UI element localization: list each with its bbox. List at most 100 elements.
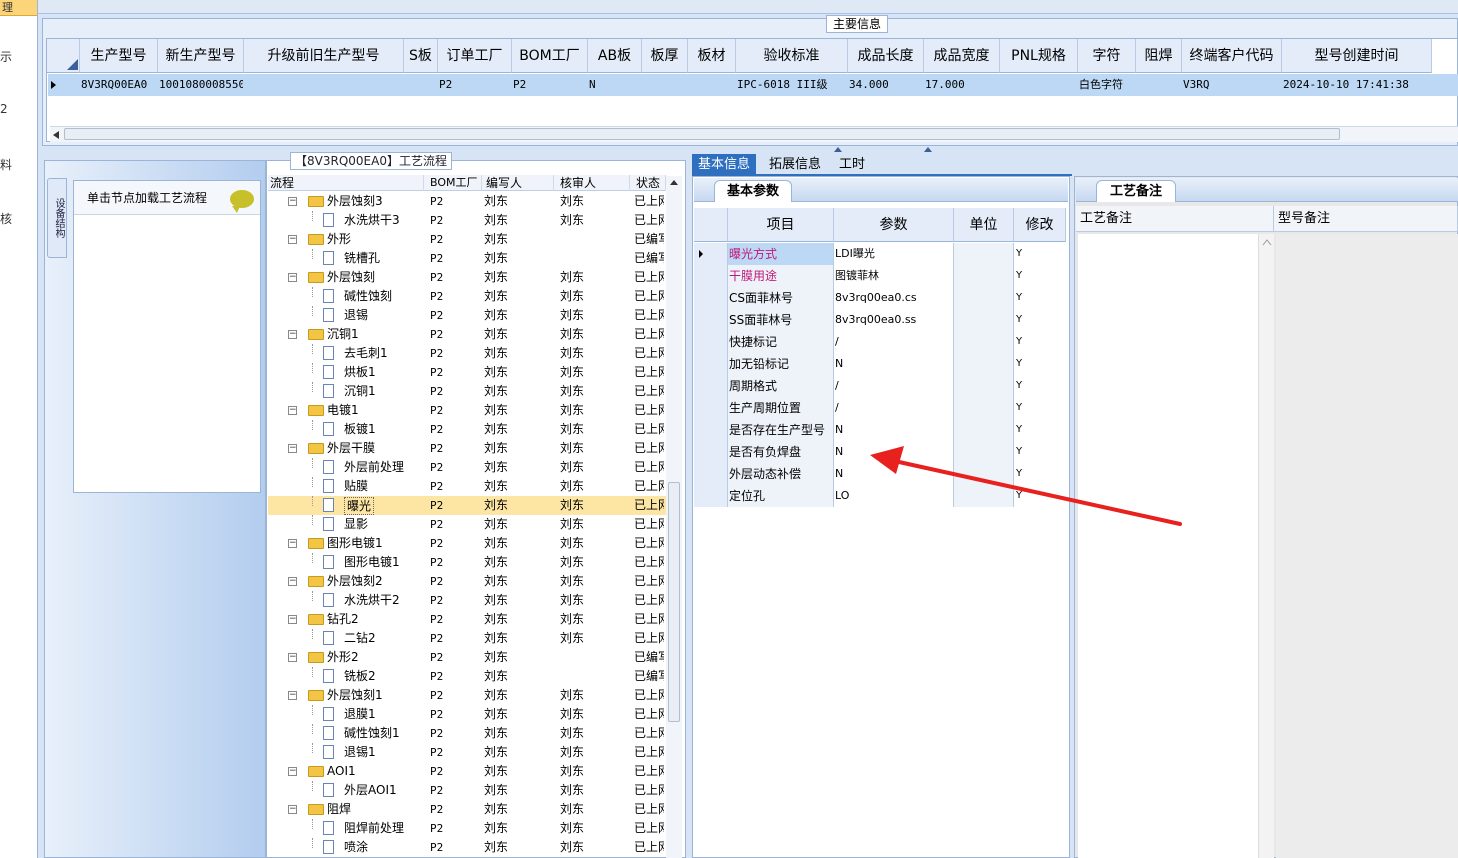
model-notes-textarea[interactable] — [1276, 234, 1458, 858]
grid-cell[interactable]: N — [589, 74, 641, 96]
tree-col-process[interactable]: 流程 — [268, 175, 424, 191]
tab-process-notes[interactable]: 工艺备注 — [1096, 180, 1176, 202]
param-row[interactable]: 周期格式 / Y — [694, 375, 1066, 397]
param-unit[interactable] — [954, 287, 1014, 309]
row-header[interactable] — [694, 419, 728, 441]
row-header[interactable] — [694, 397, 728, 419]
param-row[interactable]: SS面菲林号 8v3rq00ea0.ss Y — [694, 309, 1066, 331]
row-header[interactable] — [694, 331, 728, 353]
param-value[interactable]: N — [834, 463, 954, 485]
tab-basic-info[interactable]: 基本信息 — [692, 154, 757, 175]
params-col-value[interactable]: 参数 — [834, 208, 954, 242]
tree-scroll-thumb[interactable] — [668, 482, 680, 722]
tree-node[interactable]: − 外形2 P2 刘东 已编写 — [268, 648, 666, 667]
param-edit-flag[interactable]: Y — [1014, 463, 1066, 485]
param-unit[interactable] — [954, 265, 1014, 287]
grid-col-header[interactable]: 终端客户代码 — [1182, 39, 1282, 73]
horizontal-splitter[interactable] — [42, 146, 1458, 154]
collapse-icon[interactable]: − — [288, 406, 297, 415]
grid-col-header[interactable]: 板材 — [688, 39, 736, 73]
param-edit-flag[interactable]: Y — [1014, 375, 1066, 397]
tree-node[interactable]: − 外层蚀刻2 P2 刘东 刘东 已上网 — [268, 572, 666, 591]
param-edit-flag[interactable]: Y — [1014, 287, 1066, 309]
tree-node[interactable]: 退膜1 P2 刘东 刘东 已上网 — [268, 705, 666, 724]
scroll-up-icon[interactable] — [669, 178, 679, 186]
tree-node[interactable]: 外层前处理 P2 刘东 刘东 已上网 — [268, 458, 666, 477]
grid-col-header[interactable]: 验收标准 — [736, 39, 848, 73]
param-row[interactable]: CS面菲林号 8v3rq00ea0.cs Y — [694, 287, 1066, 309]
tree-node[interactable]: 显影 P2 刘东 刘东 已上网 — [268, 515, 666, 534]
row-header[interactable] — [694, 485, 728, 507]
collapse-icon[interactable]: − — [288, 273, 297, 282]
tree-node[interactable]: 碱性蚀刻1 P2 刘东 刘东 已上网 — [268, 724, 666, 743]
comment-bubble-icon[interactable] — [230, 190, 254, 213]
grid-col-header[interactable]: BOM工厂 — [512, 39, 588, 73]
grid-cell[interactable]: 白色字符 — [1079, 74, 1135, 96]
grid-cell[interactable] — [1001, 74, 1077, 96]
row-header[interactable] — [694, 309, 728, 331]
grid-col-header[interactable]: 新生产型号 — [158, 39, 244, 73]
tree-node[interactable]: 铣槽孔 P2 刘东 已编写 — [268, 249, 666, 268]
param-value[interactable]: / — [834, 397, 954, 419]
grid-col-header[interactable]: 阻焊 — [1136, 39, 1182, 73]
tree-col-writer[interactable]: 编写人 — [484, 175, 554, 191]
grid-cell[interactable]: 10010800085508 — [159, 74, 243, 96]
grid-col-header[interactable]: 成品宽度 — [924, 39, 1000, 73]
tree-node[interactable]: 退锡1 P2 刘东 刘东 已上网 — [268, 743, 666, 762]
param-unit[interactable] — [954, 397, 1014, 419]
grid-cell[interactable] — [689, 74, 735, 96]
param-unit[interactable] — [954, 243, 1014, 265]
param-value[interactable]: N — [834, 353, 954, 375]
param-value[interactable]: N — [834, 441, 954, 463]
grid-cell[interactable]: IPC-6018 III级 — [737, 74, 847, 96]
tree-node[interactable]: 碱性蚀刻 P2 刘东 刘东 已上网 — [268, 287, 666, 306]
param-value[interactable]: LDI曝光 — [834, 243, 954, 265]
param-edit-flag[interactable]: Y — [1014, 265, 1066, 287]
row-header[interactable] — [694, 375, 728, 397]
nav-item[interactable]: 核 — [0, 210, 12, 227]
vertical-tab-structure[interactable]: 设备结构 — [47, 178, 67, 258]
param-row[interactable]: 曝光方式 LDI曝光 Y — [694, 243, 1066, 265]
param-unit[interactable] — [954, 441, 1014, 463]
grid-col-header[interactable]: PNL规格 — [1000, 39, 1078, 73]
grid-col-header[interactable]: 生产型号 — [80, 39, 158, 73]
params-col-edit[interactable]: 修改 — [1014, 208, 1066, 242]
param-row[interactable]: 干膜用途 图镀菲林 Y — [694, 265, 1066, 287]
collapse-icon[interactable]: − — [288, 197, 297, 206]
param-unit[interactable] — [954, 463, 1014, 485]
grid-cell[interactable]: V3RQ — [1183, 74, 1281, 96]
param-unit[interactable] — [954, 353, 1014, 375]
nav-item[interactable]: 示 — [0, 48, 12, 65]
param-edit-flag[interactable]: Y — [1014, 419, 1066, 441]
tree-node[interactable]: − 沉铜1 P2 刘东 刘东 已上网 — [268, 325, 666, 344]
param-edit-flag[interactable]: Y — [1014, 309, 1066, 331]
vertical-splitter[interactable] — [260, 154, 266, 858]
tree-node[interactable]: − 钻孔2 P2 刘东 刘东 已上网 — [268, 610, 666, 629]
tree-node[interactable]: 水洗烘干2 P2 刘东 刘东 已上网 — [268, 591, 666, 610]
row-header[interactable] — [694, 353, 728, 375]
param-value[interactable]: 8v3rq00ea0.ss — [834, 309, 954, 331]
param-value[interactable]: N — [834, 419, 954, 441]
param-row[interactable]: 定位孔 LO Y — [694, 485, 1066, 507]
tree-node[interactable]: 图形电镀1 P2 刘东 刘东 已上网 — [268, 553, 666, 572]
tree-col-reviewer[interactable]: 核审人 — [558, 175, 630, 191]
param-unit[interactable] — [954, 485, 1014, 507]
scroll-up-icon[interactable] — [1262, 238, 1272, 246]
tree-col-status[interactable]: 状态 — [634, 175, 666, 191]
params-col-item[interactable]: 项目 — [728, 208, 834, 242]
collapse-icon[interactable]: − — [288, 653, 297, 662]
grid-cell[interactable] — [1137, 74, 1181, 96]
grid-col-header[interactable]: 订单工厂 — [438, 39, 512, 73]
params-col-unit[interactable]: 单位 — [954, 208, 1014, 242]
tab-extended-info[interactable]: 拓展信息 — [763, 154, 827, 175]
row-header[interactable] — [694, 463, 728, 485]
param-unit[interactable] — [954, 375, 1014, 397]
tree-node[interactable]: 外层AOI1 P2 刘东 刘东 已上网 — [268, 781, 666, 800]
tree-node[interactable]: 曝光 P2 刘东 刘东 已上网 — [268, 496, 666, 515]
row-header[interactable] — [694, 441, 728, 463]
collapse-icon[interactable]: − — [288, 767, 297, 776]
collapse-icon[interactable]: − — [288, 691, 297, 700]
collapse-icon[interactable]: − — [288, 615, 297, 624]
param-row[interactable]: 是否有负焊盘 N Y — [694, 441, 1066, 463]
grid-col-header[interactable]: S板 — [404, 39, 438, 73]
